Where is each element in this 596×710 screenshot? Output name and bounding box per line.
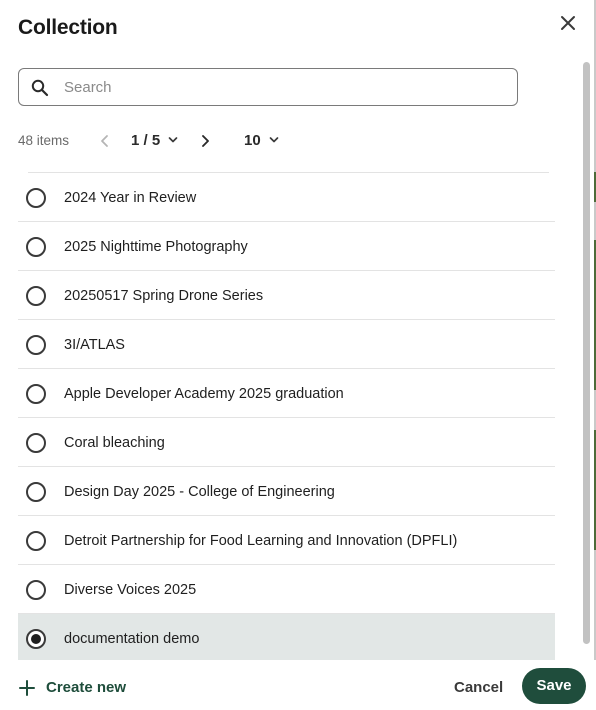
chevron-down-icon: [269, 137, 279, 143]
radio-button[interactable]: [26, 433, 46, 453]
radio-button[interactable]: [26, 286, 46, 306]
collection-item[interactable]: 20250517 Spring Drone Series: [18, 271, 555, 320]
close-button[interactable]: [556, 11, 580, 35]
radio-button[interactable]: [26, 188, 46, 208]
page-size-selector[interactable]: 10: [244, 132, 279, 149]
collection-item[interactable]: Detroit Partnership for Food Learning an…: [18, 516, 555, 565]
collection-item-label: documentation demo: [64, 631, 200, 647]
collection-item[interactable]: Diverse Voices 2025: [18, 565, 555, 614]
dialog-footer: Create new Cancel Save: [0, 660, 596, 710]
collection-item[interactable]: Design Day 2025 - College of Engineering: [18, 467, 555, 516]
dialog-title: Collection: [18, 16, 118, 39]
radio-button[interactable]: [26, 629, 46, 649]
radio-button[interactable]: [26, 531, 46, 551]
pagination-bar: 48 items 1 / 5 10: [18, 128, 318, 154]
collection-item-label: 20250517 Spring Drone Series: [64, 288, 264, 304]
collection-item-label: Detroit Partnership for Food Learning an…: [64, 533, 458, 549]
collection-item[interactable]: 2025 Nighttime Photography: [18, 222, 555, 271]
radio-button[interactable]: [26, 335, 46, 355]
plus-icon: [19, 680, 35, 696]
radio-button[interactable]: [26, 482, 46, 502]
search-box[interactable]: [18, 68, 518, 106]
collection-item-label: 2025 Nighttime Photography: [64, 239, 248, 255]
collection-item-label: Design Day 2025 - College of Engineering: [64, 484, 335, 500]
collection-dialog: Collection 48 items 1 / 5: [0, 0, 596, 710]
page-size-value: 10: [244, 132, 261, 149]
radio-button[interactable]: [26, 580, 46, 600]
scrollbar-thumb[interactable]: [583, 62, 590, 644]
collection-item[interactable]: Apple Developer Academy 2025 graduation: [18, 369, 555, 418]
collection-item-label: Apple Developer Academy 2025 graduation: [64, 386, 344, 402]
page-selector[interactable]: 1 / 5: [131, 132, 178, 149]
collection-item[interactable]: 2024 Year in Review: [18, 173, 555, 222]
page-indicator: 1 / 5: [131, 132, 161, 149]
item-count: 48 items: [18, 133, 70, 148]
save-button[interactable]: Save: [522, 668, 586, 704]
search-icon: [31, 79, 49, 97]
collection-item-label: 2024 Year in Review: [64, 190, 197, 206]
collection-item[interactable]: 3I/ATLAS: [18, 320, 555, 369]
collection-item-label: Coral bleaching: [64, 435, 165, 451]
collection-item[interactable]: documentation demo: [18, 614, 555, 663]
radio-button[interactable]: [26, 384, 46, 404]
create-new-label: Create new: [46, 679, 127, 696]
next-page-button[interactable]: [196, 128, 214, 154]
chevron-left-icon: [101, 135, 108, 147]
chevron-down-icon: [169, 137, 178, 143]
collection-item-label: 3I/ATLAS: [64, 337, 125, 353]
search-input[interactable]: [64, 75, 504, 99]
radio-button[interactable]: [26, 237, 46, 257]
close-icon: [561, 16, 575, 30]
chevron-right-icon: [202, 135, 209, 147]
previous-page-button[interactable]: [96, 128, 114, 154]
collection-item-label: Diverse Voices 2025: [64, 582, 197, 598]
cancel-button[interactable]: Cancel: [454, 679, 503, 696]
collection-item[interactable]: Coral bleaching: [18, 418, 555, 467]
collection-list: 2024 Year in Review 2025 Nighttime Photog…: [18, 173, 555, 663]
